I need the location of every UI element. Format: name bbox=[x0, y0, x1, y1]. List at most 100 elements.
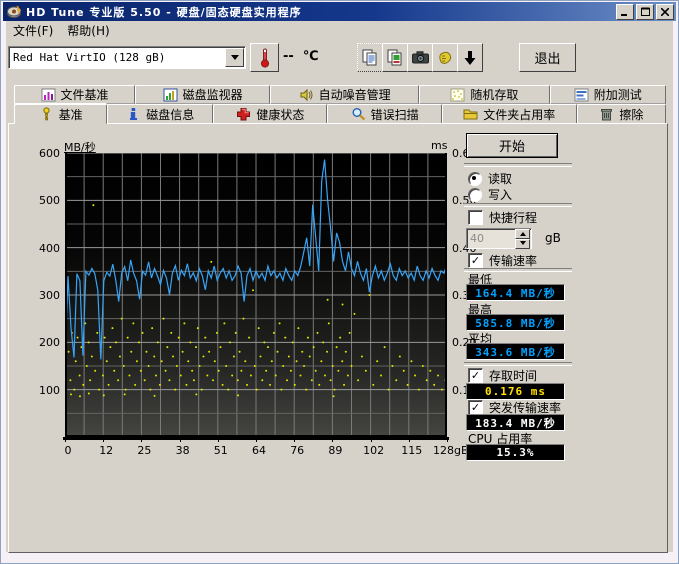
temperature-unit: ℃ bbox=[303, 49, 319, 64]
x-axis-tick bbox=[256, 437, 257, 442]
checkbox-icon bbox=[468, 210, 483, 225]
temperature-value: -- bbox=[283, 49, 294, 64]
disk-monitor-icon bbox=[163, 88, 178, 102]
title-bar[interactable]: HD Tune 专业版 5.50 - 硬盘/固态硬盘实用程序 bbox=[3, 2, 676, 21]
tab-erase[interactable]: 擦除 bbox=[577, 104, 666, 124]
axis-tick-label: 76 bbox=[280, 444, 314, 457]
axis-tick-label: 115 bbox=[395, 444, 429, 457]
checkbox-checked-icon: ✓ bbox=[468, 400, 483, 415]
tab-label: 擦除 bbox=[619, 106, 643, 123]
drive-select[interactable]: Red Hat VirtIO (128 gB) bbox=[8, 46, 246, 69]
temperature-button[interactable] bbox=[250, 43, 279, 72]
axis-tick-label: 12 bbox=[89, 444, 123, 457]
tab-health[interactable]: 健康状态 bbox=[213, 104, 327, 124]
health-cross-icon bbox=[236, 107, 251, 121]
spin-down-button[interactable] bbox=[515, 239, 530, 249]
right-axis-unit: ms bbox=[431, 139, 447, 152]
short-stroke-size-input[interactable]: 40 bbox=[466, 228, 532, 249]
short-stroke-label: 快捷行程 bbox=[489, 209, 537, 226]
axis-tick-label: 51 bbox=[204, 444, 238, 457]
axis-tick-label: 100 bbox=[34, 384, 60, 397]
tab-error-scan[interactable]: 错误扫描 bbox=[327, 104, 441, 124]
axis-tick-label: 500 bbox=[34, 194, 60, 207]
window-title: HD Tune 专业版 5.50 - 硬盘/固态硬盘实用程序 bbox=[26, 4, 614, 20]
axis-tick-label: 400 bbox=[34, 242, 60, 255]
benchmark-icon bbox=[39, 107, 54, 121]
x-axis-tick bbox=[447, 437, 448, 442]
trash-icon bbox=[599, 107, 614, 121]
axis-tick-label: 300 bbox=[34, 289, 60, 302]
radio-icon bbox=[468, 188, 482, 202]
avg-speed-display: 343.6 MB/秒 bbox=[466, 343, 565, 360]
spin-up-button[interactable] bbox=[515, 229, 530, 239]
access-time-label: 存取时间 bbox=[489, 367, 537, 384]
close-button[interactable] bbox=[656, 4, 674, 20]
add-results-button[interactable] bbox=[457, 43, 483, 72]
tab-label: 磁盘监视器 bbox=[183, 86, 243, 103]
tab-aam[interactable]: 自动噪音管理 bbox=[270, 85, 419, 104]
x-axis-tick bbox=[371, 437, 372, 442]
short-stroke-checkbox[interactable]: 快捷行程 bbox=[468, 209, 537, 226]
short-stroke-unit: gB bbox=[545, 231, 561, 245]
x-axis-tick bbox=[294, 437, 295, 442]
axis-tick-label: 38 bbox=[166, 444, 200, 457]
tab-label: 健康状态 bbox=[256, 106, 304, 123]
exit-button-label: 退出 bbox=[534, 48, 560, 67]
minimize-button[interactable] bbox=[616, 4, 634, 20]
x-axis-tick bbox=[218, 437, 219, 442]
save-results-button[interactable] bbox=[432, 43, 458, 72]
tab-random-access[interactable]: 随机存取 bbox=[419, 85, 549, 104]
copy-text-button[interactable] bbox=[357, 43, 383, 72]
tab-disk-monitor[interactable]: 磁盘监视器 bbox=[135, 85, 270, 104]
checkbox-checked-icon: ✓ bbox=[468, 253, 483, 268]
copy-icon bbox=[362, 49, 378, 66]
app-icon bbox=[7, 5, 22, 19]
tab-label: 错误扫描 bbox=[371, 106, 419, 123]
extra-tests-icon bbox=[574, 88, 589, 102]
axis-tick-label: 200 bbox=[34, 336, 60, 349]
random-access-icon bbox=[450, 88, 465, 102]
exit-button[interactable]: 退出 bbox=[519, 43, 576, 72]
separator bbox=[464, 362, 572, 366]
tab-folder-usage[interactable]: 文件夹占用率 bbox=[442, 104, 577, 124]
menu-bar: 文件(F) 帮助(H) bbox=[6, 22, 673, 39]
tab-extra-tests[interactable]: 附加测试 bbox=[550, 85, 666, 104]
min-speed-display: 164.4 MB/秒 bbox=[466, 284, 565, 301]
read-radio-label: 读取 bbox=[488, 170, 512, 187]
axis-tick-label: 600 bbox=[34, 147, 60, 160]
write-radio[interactable]: 写入 bbox=[468, 186, 512, 203]
tab-disk-info[interactable]: 磁盘信息 bbox=[107, 104, 213, 124]
tab-benchmark[interactable]: 基准 bbox=[14, 104, 107, 124]
checkbox-checked-icon: ✓ bbox=[468, 368, 483, 383]
transfer-rate-checkbox[interactable]: ✓ 传输速率 bbox=[468, 252, 537, 269]
speaker-icon bbox=[299, 88, 314, 102]
separator bbox=[464, 163, 572, 167]
menu-help[interactable]: 帮助(H) bbox=[60, 21, 116, 40]
max-speed-display: 585.8 MB/秒 bbox=[466, 314, 565, 331]
access-time-display: 0.176 ms bbox=[466, 383, 565, 400]
tab-label: 自动噪音管理 bbox=[319, 86, 391, 103]
transfer-rate-label: 传输速率 bbox=[489, 252, 537, 269]
info-icon bbox=[126, 107, 141, 121]
drive-select-dropdown-button[interactable] bbox=[225, 48, 244, 67]
access-time-checkbox[interactable]: ✓ 存取时间 bbox=[468, 367, 537, 384]
axis-tick-label: 25 bbox=[127, 444, 161, 457]
x-axis-tick bbox=[141, 437, 142, 442]
tab-row-primary: 基准 磁盘信息 健康状态 错误扫描 文件夹占用率 擦除 bbox=[14, 104, 666, 124]
read-radio[interactable]: 读取 bbox=[468, 170, 512, 187]
menu-file[interactable]: 文件(F) bbox=[6, 21, 60, 40]
x-axis-tick bbox=[409, 437, 410, 442]
copy-image-button[interactable] bbox=[382, 43, 408, 72]
radio-icon bbox=[468, 172, 482, 186]
plot-area bbox=[65, 153, 447, 437]
screenshot-button[interactable] bbox=[407, 43, 433, 72]
start-button[interactable]: 开始 bbox=[466, 133, 558, 158]
download-arrow-icon bbox=[464, 50, 476, 66]
x-axis-tick bbox=[103, 437, 104, 442]
tab-file-benchmark[interactable]: 文件基准 bbox=[14, 85, 135, 104]
triangle-down-icon bbox=[520, 241, 526, 248]
x-axis-tick bbox=[332, 437, 333, 442]
drive-select-value: Red Hat VirtIO (128 gB) bbox=[9, 51, 224, 64]
maximize-button[interactable] bbox=[636, 4, 654, 20]
tab-label: 附加测试 bbox=[594, 86, 642, 103]
